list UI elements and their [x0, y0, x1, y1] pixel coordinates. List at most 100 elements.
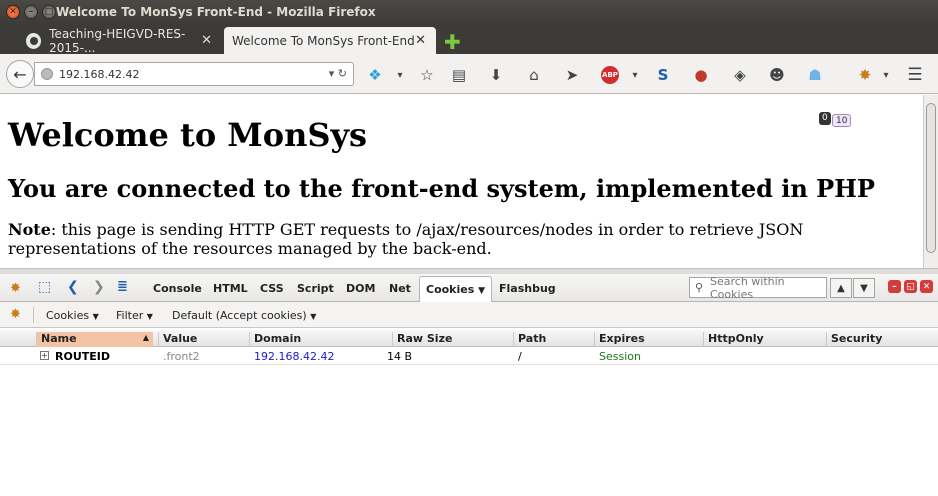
firebug-icon[interactable]: ✸ — [856, 66, 874, 84]
column-domain-header[interactable]: Domain — [249, 332, 381, 347]
filter-menu-label: Filter — [116, 309, 144, 322]
window-title: Welcome To MonSys Front-End - Mozilla Fi… — [56, 5, 376, 19]
page-content: Welcome to MonSys You are connected to t… — [0, 95, 923, 268]
note-paragraph: Note: this page is sending HTTP GET requ… — [8, 220, 923, 258]
tab-console[interactable]: Console — [153, 282, 202, 295]
firebug-toolbar: ✸ ⬚ ❮ ❯ ≣ Console HTML CSS Script DOM Ne… — [0, 274, 938, 302]
column-httponly-header[interactable]: HttpOnly — [703, 332, 819, 347]
cookie-icon[interactable]: ✸ — [10, 307, 21, 322]
cookies-subtoolbar: ✸ Cookies ▼ Filter ▼ Default (Accept coo… — [0, 302, 938, 328]
page-scrollbar[interactable] — [923, 95, 938, 268]
ghost-extension-icon[interactable]: ● — [692, 66, 710, 84]
tab-cookies[interactable]: Cookies ▼ — [419, 276, 493, 302]
tab-monsys[interactable]: Welcome To MonSys Front-End ✕ — [224, 27, 436, 54]
column-security-header[interactable]: Security — [826, 332, 938, 347]
tab-strip: Teaching-HEIGVD-RES-2015-... ✕ Welcome T… — [0, 24, 938, 55]
cookie-expires: Session — [599, 350, 641, 363]
forward-arrow-icon[interactable]: ❯ — [93, 279, 105, 295]
tracking-icon[interactable]: ◈ — [731, 66, 749, 84]
column-label: Name — [41, 332, 77, 345]
column-path-header[interactable]: Path — [513, 332, 594, 347]
sort-ascending-icon: ▲ — [142, 333, 149, 342]
close-tab-icon[interactable]: ✕ — [415, 33, 426, 48]
window-minimize-button[interactable]: – — [24, 5, 38, 19]
chevron-down-icon: ▼ — [146, 312, 153, 321]
column-expires-header[interactable]: Expires — [594, 332, 696, 347]
tab-github[interactable]: Teaching-HEIGVD-RES-2015-... ✕ — [14, 26, 222, 55]
github-icon — [26, 32, 42, 49]
send-icon[interactable]: ➤ — [563, 66, 581, 84]
cookie-domain: 192.168.42.42 — [254, 350, 335, 363]
ghostery-icon[interactable]: ☗ — [806, 66, 824, 84]
search-next-button[interactable]: ▼ — [853, 278, 875, 298]
chevron-down-icon: ▼ — [478, 286, 486, 296]
close-firebug-icon[interactable]: ✕ — [920, 280, 933, 293]
s-extension-icon[interactable]: S — [654, 66, 672, 84]
back-arrow-icon[interactable]: ❮ — [67, 279, 79, 295]
tab-label: Teaching-HEIGVD-RES-2015-... — [49, 26, 186, 55]
cookie-value: .front2 — [163, 350, 200, 363]
note-label: Note — [8, 220, 51, 239]
detach-firebug-icon[interactable]: ◱ — [904, 280, 917, 293]
dropdown-icon[interactable]: ▾ — [877, 66, 895, 84]
cookies-menu[interactable]: Cookies ▼ — [46, 309, 99, 322]
navigation-toolbar: ← 192.168.42.42 ▾ ↻ ❖ ▾ ☆ ▤ ⬇ ⌂ ➤ ABP ▾ … — [0, 54, 938, 127]
cookies-menu-label: Cookies — [46, 309, 90, 322]
cookie-path: / — [518, 350, 522, 363]
tab-net[interactable]: Net — [389, 282, 411, 295]
default-menu-label: Default (Accept cookies) — [172, 309, 307, 322]
minimize-firebug-icon[interactable]: – — [888, 280, 901, 293]
page-subheading: You are connected to the front-end syste… — [8, 174, 875, 203]
default-cookies-menu[interactable]: Default (Accept cookies) ▼ — [172, 309, 316, 322]
url-bar[interactable]: 192.168.42.42 ▾ ↻ — [34, 62, 354, 86]
window-maximize-button[interactable]: □ — [42, 5, 56, 19]
dropdown-icon[interactable]: ▾ — [391, 66, 409, 84]
column-name-header[interactable]: Name ▲ — [36, 332, 153, 347]
note-text: : this page is sending HTTP GET requests… — [8, 220, 804, 258]
table-row[interactable]: + ROUTEID .front2 192.168.42.42 14 B / S… — [0, 347, 938, 365]
command-line-icon[interactable]: ≣ — [117, 279, 128, 294]
window-close-button[interactable]: ✕ — [6, 5, 20, 19]
filter-menu[interactable]: Filter ▼ — [116, 309, 153, 322]
window-titlebar: ✕ – □ Welcome To MonSys Front-End - Mozi… — [0, 0, 938, 24]
tab-flashbug[interactable]: Flashbug — [499, 282, 556, 295]
chevron-down-icon: ▼ — [92, 312, 99, 321]
cookie-raw-size: 14 B — [387, 350, 413, 363]
home-icon[interactable]: ⌂ — [525, 66, 543, 84]
column-rawsize-header[interactable]: Raw Size — [392, 332, 513, 347]
reading-list-icon[interactable]: ▤ — [450, 66, 468, 84]
smiley-icon[interactable]: ☻ — [768, 66, 786, 84]
tab-script[interactable]: Script — [297, 282, 334, 295]
menu-icon[interactable]: ☰ — [906, 65, 924, 85]
firebug-bug-icon[interactable]: ✸ — [10, 281, 21, 296]
back-button[interactable]: ← — [6, 60, 34, 88]
tab-dom[interactable]: DOM — [346, 282, 375, 295]
page-heading: Welcome to MonSys — [8, 116, 368, 154]
dropdown-icon[interactable]: ▾ — [626, 66, 644, 84]
url-dropdown-reload-icon[interactable]: ▾ ↻ — [329, 67, 347, 80]
globe-icon — [41, 68, 53, 80]
tab-html[interactable]: HTML — [213, 282, 248, 295]
column-value-header[interactable]: Value — [158, 332, 249, 347]
url-text: 192.168.42.42 — [59, 67, 140, 81]
cookie-name: ROUTEID — [55, 350, 110, 363]
search-icon: ⚲ — [695, 281, 704, 294]
skype-icon[interactable]: ❖ — [366, 66, 384, 84]
search-placeholder: Search within Cookies — [710, 274, 785, 301]
adblock-plus-icon[interactable]: ABP — [601, 66, 619, 84]
download-icon[interactable]: ⬇ — [487, 66, 505, 84]
tab-css[interactable]: CSS — [260, 282, 284, 295]
expand-row-icon[interactable]: + — [40, 351, 49, 360]
tab-label: Welcome To MonSys Front-End — [232, 33, 415, 48]
cookies-search-input[interactable]: ⚲ Search within Cookies — [689, 274, 827, 301]
search-prev-button[interactable]: ▲ — [830, 278, 852, 298]
bookmark-star-icon[interactable]: ☆ — [418, 66, 436, 84]
cookies-table-header: Name ▲ Value Domain Raw Size Path Expires… — [0, 330, 938, 347]
new-tab-plus-icon[interactable]: ✚ — [444, 30, 461, 54]
inspect-icon[interactable]: ⬚ — [38, 279, 51, 295]
scrollbar-thumb[interactable] — [926, 103, 936, 253]
close-tab-icon[interactable]: ✕ — [201, 33, 212, 48]
chevron-down-icon: ▼ — [310, 312, 317, 321]
tab-cookies-label: Cookies — [426, 283, 475, 296]
divider — [33, 307, 34, 323]
